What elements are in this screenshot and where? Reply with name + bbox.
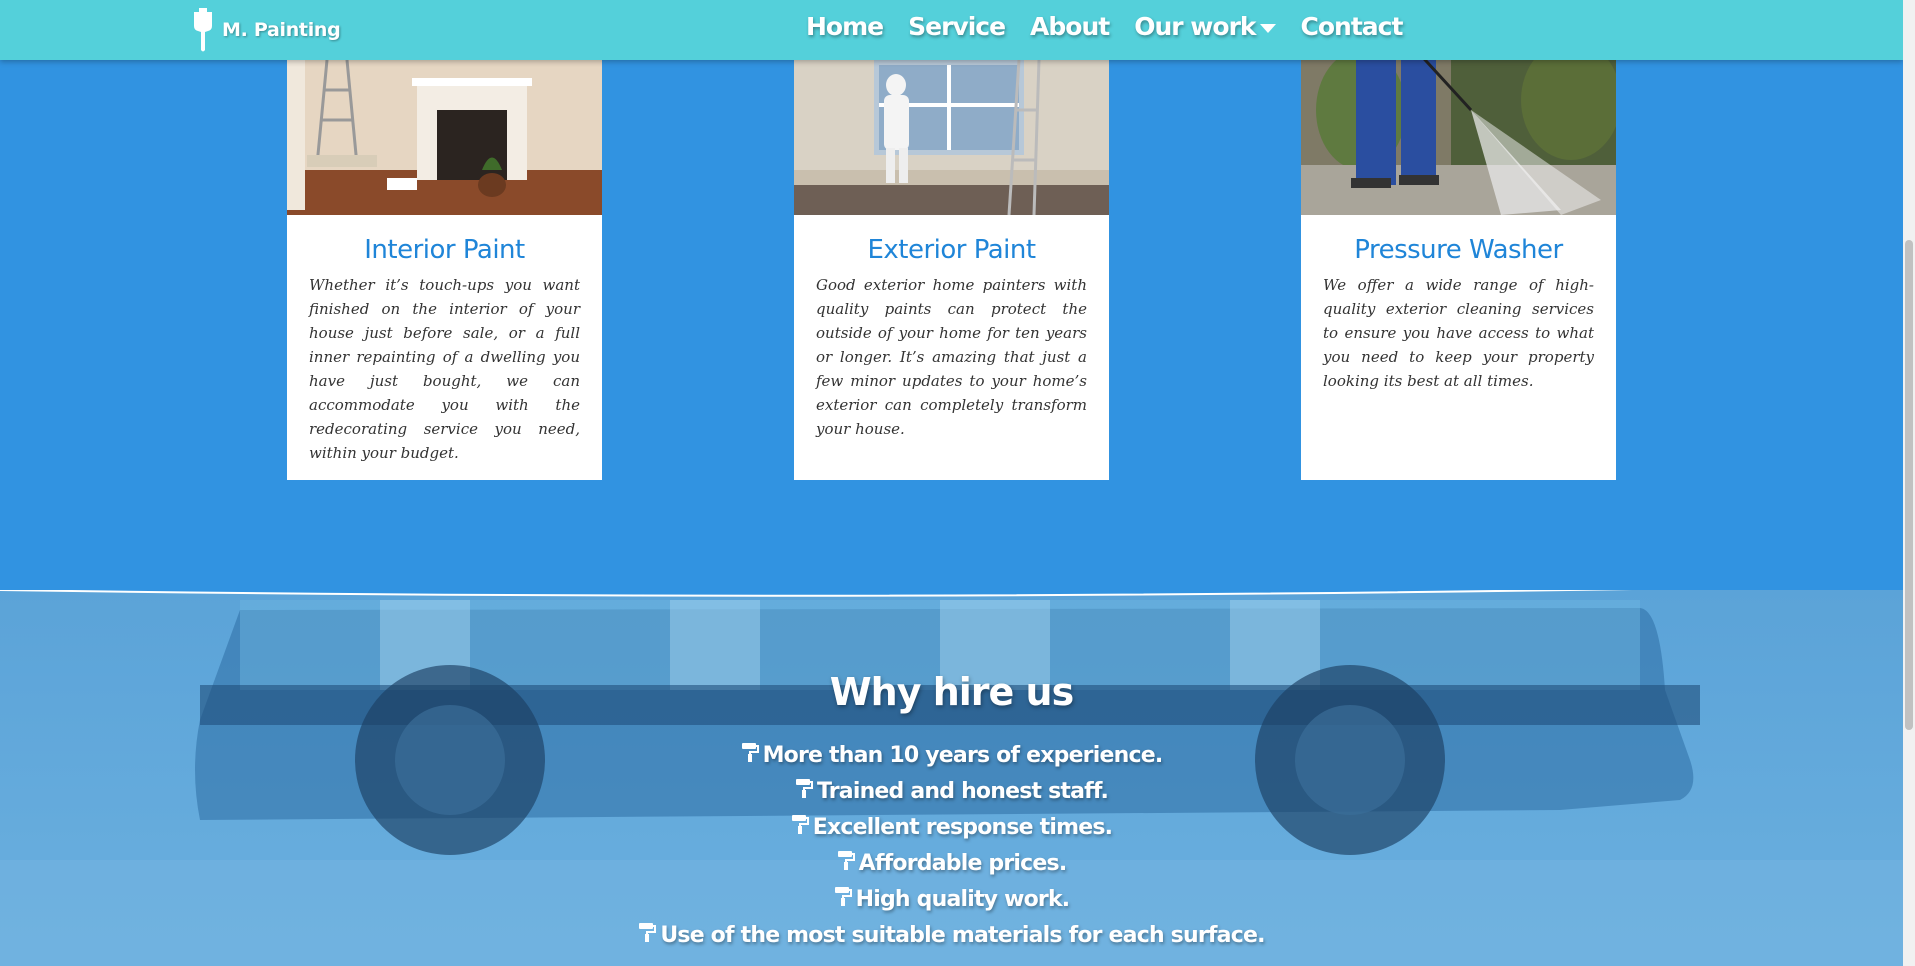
nav-link-our-work-label: Our work xyxy=(1134,12,1256,41)
nav-link-our-work[interactable]: Our work xyxy=(1134,12,1276,41)
why-item-text: More than 10 years of experience. xyxy=(762,743,1164,768)
why-item-text: Use of the most suitable materials for e… xyxy=(660,923,1265,948)
why-list-item: Trained and honest staff. xyxy=(0,774,1903,810)
nav-link-contact[interactable]: Contact xyxy=(1301,12,1404,41)
paint-roller-icon xyxy=(638,918,657,954)
exterior-house-image xyxy=(794,50,1109,215)
card-text: We offer a wide range of high-quality ex… xyxy=(1323,276,1594,390)
nav-link-home[interactable]: Home xyxy=(806,12,884,41)
why-item-text: Excellent response times. xyxy=(812,815,1113,840)
paint-roller-icon xyxy=(834,882,852,918)
why-content: Why hire us More than 10 years of experi… xyxy=(0,670,1903,954)
service-card-pressure: Pressure Washer We offer a wide range of… xyxy=(1301,50,1616,480)
card-text: Whether it’s touch-ups you want finished… xyxy=(309,276,580,462)
paint-roller-icon xyxy=(837,846,855,882)
service-card-exterior: Exterior Paint Good exterior home painte… xyxy=(794,50,1109,480)
paint-roller-icon xyxy=(791,810,809,846)
why-item-text: Trained and honest staff. xyxy=(816,779,1109,804)
why-list-item: More than 10 years of experience. xyxy=(0,738,1903,774)
page-scrollbar[interactable] xyxy=(1903,0,1915,966)
service-card-interior: Interior Paint Whether it’s touch-ups yo… xyxy=(287,50,602,480)
paint-brush-icon xyxy=(190,6,216,54)
interior-room-image xyxy=(287,50,602,215)
why-list-item: High quality work. xyxy=(0,882,1903,918)
why-list-item: Affordable prices. xyxy=(0,846,1903,882)
navbar: M. Painting Home Service About Our work … xyxy=(0,0,1903,60)
why-item-text: Affordable prices. xyxy=(858,851,1068,876)
chevron-down-icon xyxy=(1259,23,1276,33)
why-list-item: Excellent response times. xyxy=(0,810,1903,846)
card-title: Exterior Paint xyxy=(867,235,1036,265)
card-title: Pressure Washer xyxy=(1354,235,1563,265)
paint-roller-icon xyxy=(741,738,759,774)
nav-link-service[interactable]: Service xyxy=(908,12,1006,41)
brand-link[interactable]: M. Painting xyxy=(190,6,341,54)
paint-roller-icon xyxy=(795,774,813,810)
why-item-text: High quality work. xyxy=(855,887,1071,912)
scrollbar-thumb[interactable] xyxy=(1905,240,1913,730)
nav-link-about[interactable]: About xyxy=(1030,12,1110,41)
why-list: More than 10 years of experience. Traine… xyxy=(0,738,1903,954)
nav-menu: Home Service About Our work Contact xyxy=(806,12,1404,41)
why-hire-us-section: Why hire us More than 10 years of experi… xyxy=(0,590,1903,966)
brand-name: M. Painting xyxy=(222,19,341,41)
wave-divider xyxy=(0,590,1632,597)
card-text: Good exterior home painters with quality… xyxy=(816,276,1087,438)
why-title: Why hire us xyxy=(829,670,1074,714)
pressure-washer-image xyxy=(1301,50,1616,215)
card-title: Interior Paint xyxy=(364,235,525,265)
why-list-item: Use of the most suitable materials for e… xyxy=(0,918,1903,954)
